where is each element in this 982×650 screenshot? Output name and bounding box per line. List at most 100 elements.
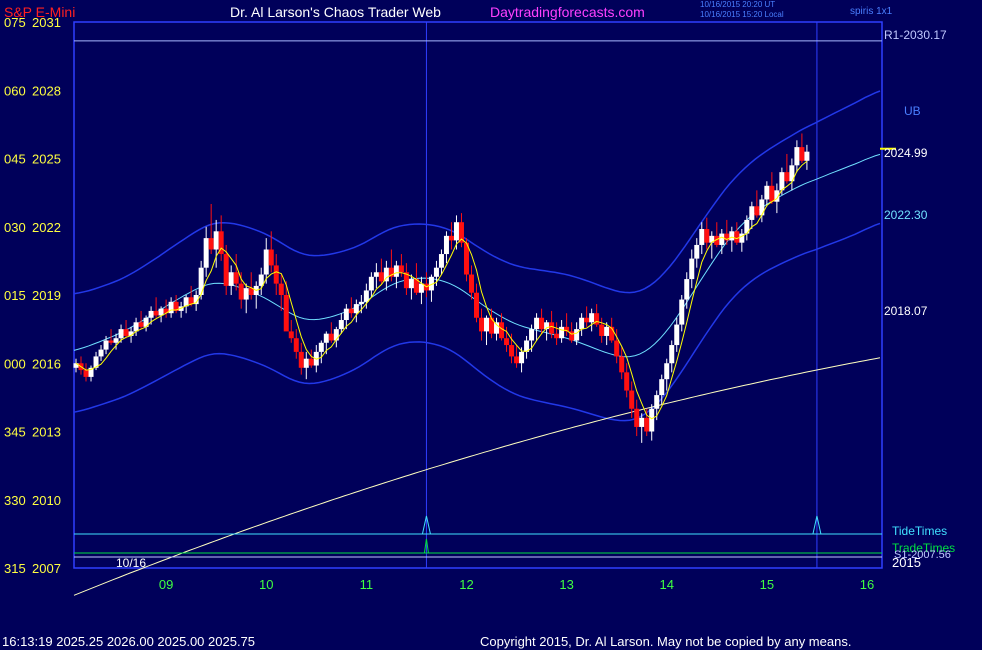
candle-body — [408, 279, 414, 289]
candle-body — [539, 317, 545, 330]
x-tick-label: 13 — [559, 577, 573, 592]
candle-body — [619, 356, 625, 373]
fast-ma-line — [75, 160, 808, 420]
candle-body — [504, 338, 510, 346]
candle-body — [644, 417, 650, 432]
y-tick-label-left: 330 — [4, 493, 26, 508]
candle-body — [534, 317, 540, 330]
y-tick-label-left: 345 — [4, 425, 26, 440]
candle-body — [263, 249, 269, 275]
candle-body — [804, 151, 810, 161]
y-tick-label-left: 030 — [4, 220, 26, 235]
candle-body — [654, 395, 660, 409]
candle-body — [624, 372, 630, 391]
candle-body — [238, 283, 244, 300]
candle-body — [153, 310, 159, 316]
candle-body — [554, 333, 560, 339]
candle-body — [484, 317, 490, 332]
candle-body — [378, 272, 384, 282]
upper-band-label: UB — [904, 104, 921, 118]
quote-line: 16:13:19 2025.25 2026.00 2025.00 2025.75 — [2, 634, 256, 649]
candle-body — [233, 272, 239, 284]
x-tick-label: 15 — [760, 577, 774, 592]
candle-body — [719, 233, 725, 245]
candle-body — [634, 408, 640, 427]
candle-body — [123, 329, 129, 336]
candle-body — [438, 254, 444, 268]
candle-body — [393, 265, 399, 277]
candle-body — [323, 333, 329, 343]
candle-body — [318, 342, 324, 352]
candle-body — [273, 265, 279, 284]
candle-body — [203, 238, 209, 268]
candle-body — [649, 408, 655, 432]
y-tick-label-left: 000 — [4, 356, 26, 371]
candle-body — [103, 340, 109, 350]
candle-body — [574, 329, 580, 341]
candle-body — [514, 356, 520, 364]
last-price-label: 2024.99 — [884, 146, 928, 160]
candle-body — [303, 358, 309, 368]
candle-body — [448, 235, 454, 241]
candle-body — [348, 308, 354, 314]
candle-body — [579, 317, 585, 330]
date-label: 10/16 — [116, 556, 146, 570]
candle-body — [293, 338, 299, 352]
candle-body — [749, 206, 755, 220]
candle-body — [734, 231, 740, 243]
candle-body — [794, 147, 800, 166]
candle-body — [338, 320, 344, 330]
candle-body — [799, 147, 805, 161]
candle-body — [679, 299, 685, 325]
y-tick-label-left: 060 — [4, 83, 26, 98]
middle-band-line — [73, 153, 881, 358]
copyright-notice: Copyright 2015, Dr. Al Larson. May not b… — [480, 634, 852, 649]
candle-body — [288, 331, 294, 339]
candle-body — [138, 322, 144, 327]
candle-body — [559, 326, 565, 339]
candle-body — [283, 295, 289, 332]
candle-body — [519, 351, 525, 364]
x-tick-label: 09 — [159, 577, 173, 592]
candle-body — [278, 283, 284, 295]
candle-body — [599, 324, 605, 336]
r1-level-label: R1-2030.17 — [884, 28, 947, 42]
candle-body — [343, 308, 349, 321]
y-tick-label-price: 2019 — [32, 288, 61, 303]
candle-body — [659, 379, 665, 396]
x-tick-label: 14 — [659, 577, 673, 592]
candle-body — [479, 317, 485, 332]
candle-body — [98, 349, 104, 357]
candle-body — [113, 338, 119, 343]
y-tick-label-price: 2010 — [32, 493, 61, 508]
x-tick-label: 12 — [459, 577, 473, 592]
y-tick-label-price: 2028 — [32, 83, 61, 98]
y-tick-label-price: 2016 — [32, 356, 61, 371]
candle-body — [784, 172, 790, 182]
candle-body — [499, 322, 505, 339]
candle-body — [664, 363, 670, 380]
chart-canvas: 075 2031 060 2028 045 2025 030 2022 015 2019 000 20… — [4, 15, 955, 596]
candle-body — [243, 288, 249, 300]
upper-band-line — [73, 90, 881, 295]
candle-body — [208, 238, 214, 250]
long-ma-line — [73, 357, 881, 596]
candle-body — [353, 304, 359, 314]
candle-body — [639, 417, 645, 427]
x-tick-label: 16 — [860, 577, 874, 592]
candle-body — [148, 310, 154, 318]
candle-body — [674, 324, 680, 346]
candle-body — [468, 274, 474, 293]
y-tick-label-left: 075 — [4, 15, 26, 30]
y-tick-label-price: 2025 — [32, 152, 61, 167]
candle-body — [684, 279, 690, 300]
candle-body — [729, 231, 735, 241]
candle-body — [614, 340, 620, 357]
y-tick-label-left: 015 — [4, 288, 26, 303]
candle-body — [584, 317, 590, 323]
candle-body — [268, 249, 274, 266]
candle-body — [473, 292, 479, 318]
candle-body — [83, 370, 89, 377]
long-ma-label: 2018.07 — [884, 304, 928, 318]
y-tick-label-price: 2013 — [32, 425, 61, 440]
